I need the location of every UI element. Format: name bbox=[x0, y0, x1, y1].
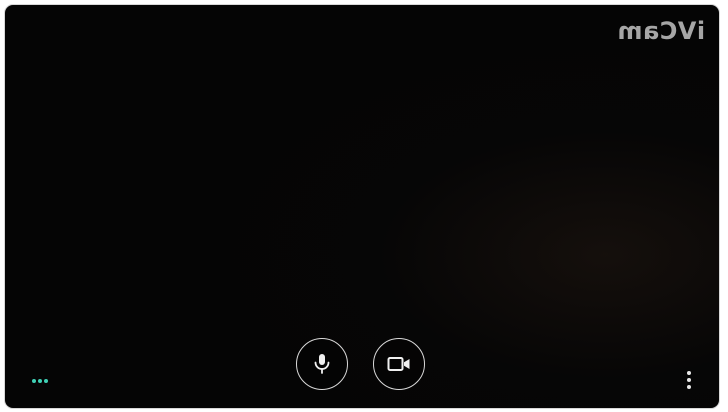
microphone-icon bbox=[314, 354, 330, 374]
microphone-button[interactable] bbox=[296, 338, 348, 390]
more-options-button[interactable] bbox=[681, 371, 697, 389]
status-dot bbox=[38, 379, 42, 383]
status-dot bbox=[44, 379, 48, 383]
more-vert-icon bbox=[687, 371, 691, 375]
video-camera-icon bbox=[387, 357, 410, 371]
camera-button[interactable] bbox=[373, 338, 425, 390]
ivcam-watermark: iVCam bbox=[616, 17, 705, 45]
status-dot bbox=[32, 379, 36, 383]
video-preview-frame: iVCam bbox=[5, 5, 719, 408]
connection-status-indicator bbox=[32, 379, 48, 383]
